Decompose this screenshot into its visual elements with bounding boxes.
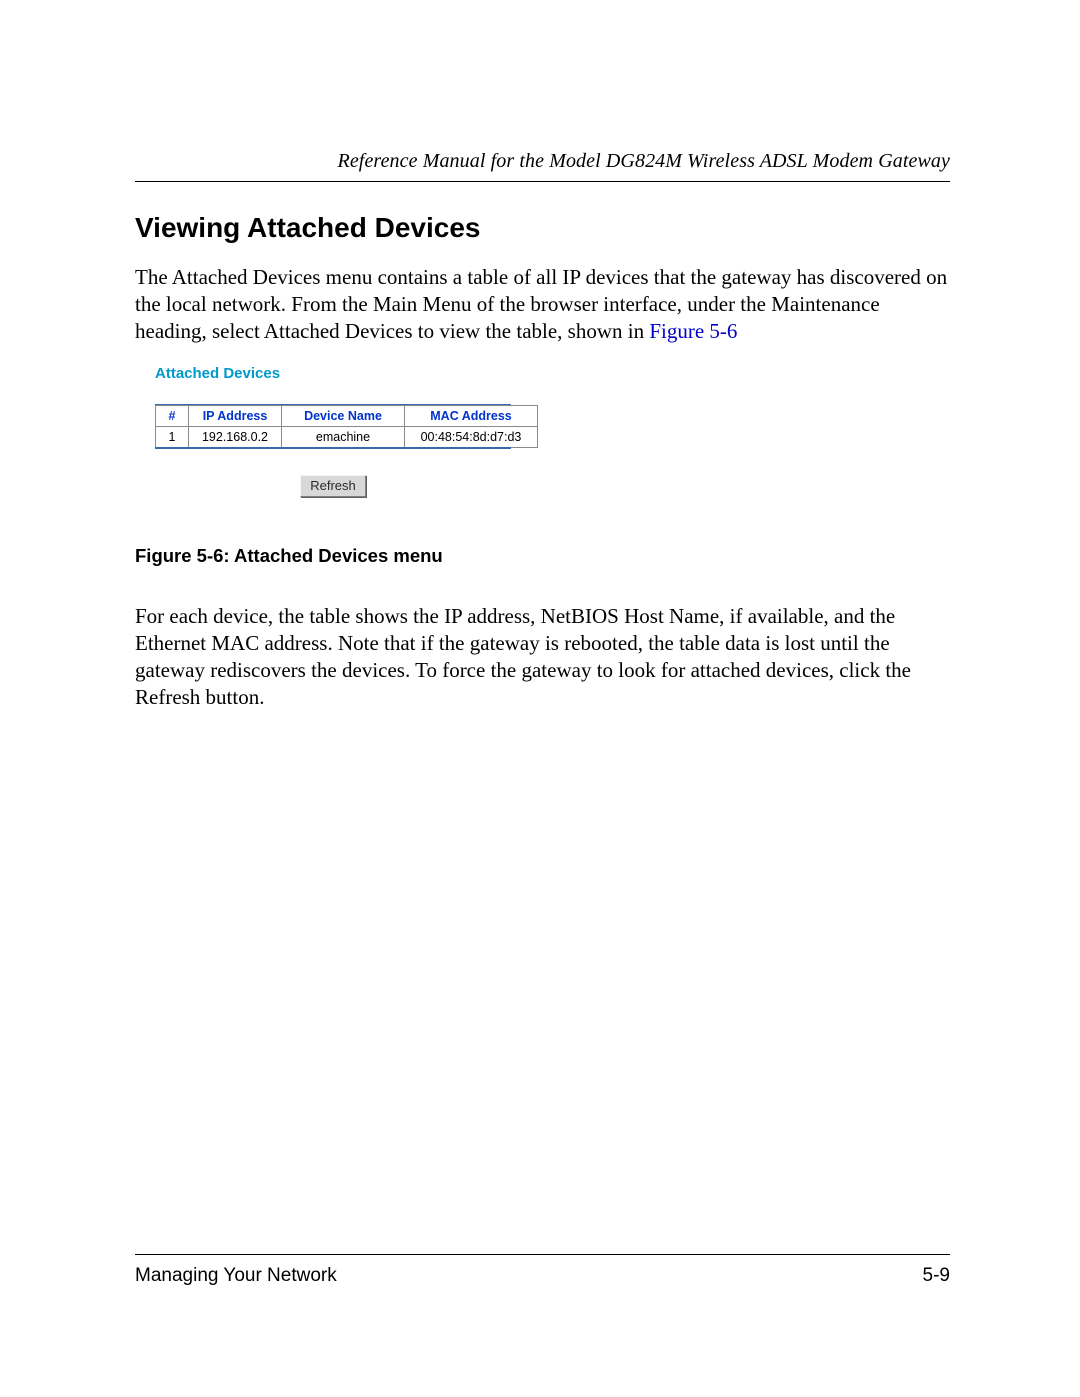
col-header-name: Device Name — [282, 405, 405, 426]
refresh-button[interactable]: Refresh — [300, 475, 366, 497]
figure-attached-devices: Attached Devices # IP Address Device Nam… — [155, 365, 950, 498]
table-bottom-border — [155, 447, 511, 449]
intro-paragraph: The Attached Devices menu contains a tab… — [135, 264, 950, 345]
page-footer: Managing Your Network 5-9 — [135, 1254, 950, 1287]
cell-num: 1 — [156, 426, 189, 447]
section-title: Viewing Attached Devices — [135, 212, 950, 244]
footer-rule — [135, 1254, 950, 1255]
table-row: 1 192.168.0.2 emachine 00:48:54:8d:d7:d3 — [156, 426, 538, 447]
col-header-num: # — [156, 405, 189, 426]
table-header-row: # IP Address Device Name MAC Address — [156, 405, 538, 426]
panel-title: Attached Devices — [155, 365, 950, 382]
attached-devices-table: # IP Address Device Name MAC Address 1 1… — [155, 405, 538, 449]
running-head: Reference Manual for the Model DG824M Wi… — [135, 150, 950, 173]
footer-left: Managing Your Network — [135, 1265, 337, 1287]
cell-mac: 00:48:54:8d:d7:d3 — [405, 426, 538, 447]
figure-xref-link[interactable]: Figure 5-6 — [649, 319, 737, 343]
footer-right: 5-9 — [923, 1265, 950, 1287]
col-header-ip: IP Address — [189, 405, 282, 426]
header-rule — [135, 181, 950, 182]
description-paragraph: For each device, the table shows the IP … — [135, 603, 950, 711]
col-header-mac: MAC Address — [405, 405, 538, 426]
intro-text: The Attached Devices menu contains a tab… — [135, 265, 947, 343]
cell-ip: 192.168.0.2 — [189, 426, 282, 447]
figure-caption: Figure 5-6: Attached Devices menu — [135, 545, 950, 567]
cell-name: emachine — [282, 426, 405, 447]
